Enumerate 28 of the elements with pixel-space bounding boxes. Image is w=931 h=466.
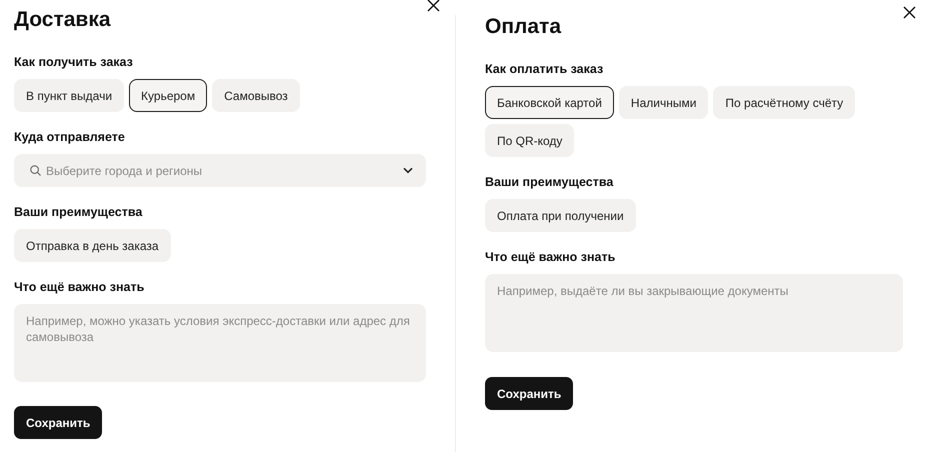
notes-field[interactable]: Например, можно указать условия экспресс-доставки или адрес для самовывоза (14, 304, 426, 382)
close-icon[interactable] (427, 0, 440, 12)
option-chip[interactable]: Отправка в день заказа (14, 229, 171, 262)
option-chip[interactable]: По QR-коду (485, 124, 574, 157)
field-label: Куда отправляете (14, 129, 125, 145)
option-chip[interactable]: Оплата при получении (485, 199, 636, 232)
panel-title: Оплата (485, 14, 562, 40)
field-label: Как получить заказ (14, 54, 133, 70)
chevron-icon (403, 167, 413, 174)
panel-title: Доставка (14, 7, 112, 33)
option-chip[interactable]: По расчётному счёту (713, 86, 856, 119)
option-chip[interactable]: В пункт выдачи (14, 79, 124, 112)
save-button[interactable]: Сохранить (14, 406, 102, 439)
city-select[interactable]: Выберите города и регионы (14, 154, 426, 187)
search-field[interactable]: Выберите города и регионы (46, 164, 398, 178)
notes-field[interactable]: Например, выдаёте ли вы закрывающие документы (485, 274, 903, 352)
save-button[interactable]: Сохранить (485, 377, 574, 410)
field-label: Ваши преимущества (14, 204, 142, 220)
field-label: Как оплатить заказ (485, 61, 604, 77)
field-label: Что ещё важно знать (485, 249, 616, 265)
option-chip[interactable]: Наличными (618, 86, 708, 119)
option-chip[interactable]: Самовывоз (212, 79, 300, 112)
close-icon[interactable] (903, 6, 916, 19)
search-icon (30, 165, 41, 176)
field-label: Что ещё важно знать (14, 279, 144, 295)
option-chip[interactable]: Банковской картой (485, 86, 614, 119)
field-label: Ваши преимущества (485, 174, 614, 190)
option-chip[interactable]: Курьером (129, 79, 208, 112)
